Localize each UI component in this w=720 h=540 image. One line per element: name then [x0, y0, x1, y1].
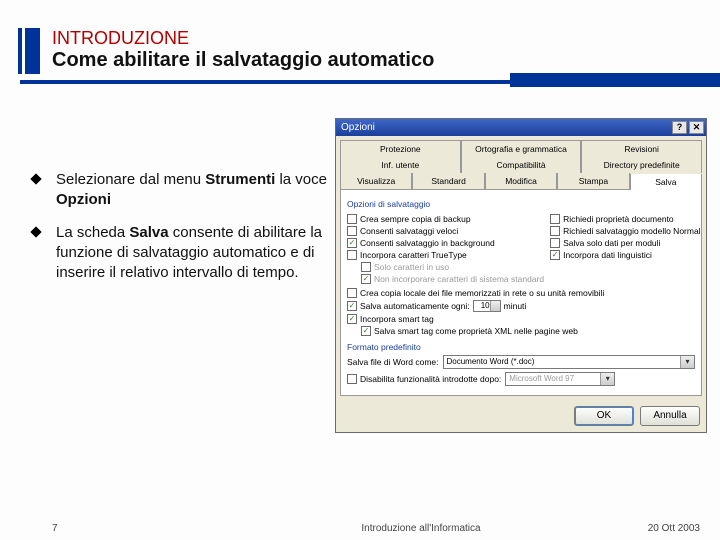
chk-fontsub1: Solo caratteri in uso	[361, 262, 544, 272]
chk-disable[interactable]: Disabilita funzionalità introdotte dopo:	[347, 374, 501, 384]
dialog-buttons: OK Annulla	[336, 400, 706, 432]
tab-revisioni[interactable]: Revisioni	[581, 140, 702, 157]
header-accent-block	[22, 28, 40, 74]
chk-fast[interactable]: Consenti salvataggi veloci	[347, 226, 544, 236]
chk-backup[interactable]: Crea sempre copia di backup	[347, 214, 544, 224]
text-bold: Strumenti	[205, 171, 275, 188]
chk-normal[interactable]: Richiedi salvataggio modello Normal	[550, 226, 700, 236]
chk-autosave[interactable]: Salva automaticamente ogni: 10 minuti	[347, 300, 695, 312]
saveas-label: Salva file di Word come:	[347, 357, 439, 367]
tab-protezione[interactable]: Protezione	[340, 140, 461, 157]
footer-title: Introduzione all'Informatica	[252, 523, 590, 534]
tab-stampa[interactable]: Stampa	[557, 173, 629, 189]
chk-smarttag[interactable]: Incorpora smart tag	[347, 314, 695, 324]
saveas-dropdown[interactable]: Documento Word (*.doc)	[443, 355, 696, 369]
tab-compat[interactable]: Compatibilità	[461, 157, 582, 173]
chk-linguistic[interactable]: Incorpora dati linguistici	[550, 250, 700, 260]
slide-title: Come abilitare il salvataggio automatico	[52, 49, 720, 72]
bullet-icon	[32, 175, 46, 183]
text: La scheda	[56, 224, 129, 241]
tab-salva[interactable]: Salva	[630, 174, 702, 190]
text: Selezionare dal menu	[56, 171, 205, 188]
bullet-1: Selezionare dal menu Strumenti la voce O…	[32, 170, 332, 211]
tab-standard[interactable]: Standard	[412, 173, 484, 189]
slide-header: INTRODUZIONE Come abilitare il salvatagg…	[0, 0, 720, 72]
close-button[interactable]: ✕	[689, 121, 704, 134]
group-formato: Formato predefinito	[347, 342, 695, 352]
chk-smarttag-xml[interactable]: Salva smart tag come proprietà XML nelle…	[361, 326, 695, 336]
group-salvataggio: Opzioni di salvataggio	[347, 199, 695, 209]
cancel-button[interactable]: Annulla	[640, 406, 700, 426]
autosave-label: Salva automaticamente ogni:	[360, 301, 470, 311]
bullet-icon	[32, 228, 46, 236]
chk-background[interactable]: Consenti salvataggio in background	[347, 238, 544, 248]
dialog-titlebar[interactable]: Opzioni ? ✕	[336, 119, 706, 136]
dialog-panel: Opzioni di salvataggio Crea sempre copia…	[340, 189, 702, 396]
chk-propdoc[interactable]: Richiedi proprietà documento	[550, 214, 700, 224]
dialog-tabs: Protezione Ortografia e grammatica Revis…	[336, 136, 706, 189]
tab-utente[interactable]: Inf. utente	[340, 157, 461, 173]
tab-directory[interactable]: Directory predefinite	[581, 157, 702, 173]
autosave-spinner[interactable]: 10	[473, 300, 501, 312]
tab-ortografia[interactable]: Ortografia e grammatica	[461, 140, 582, 157]
footer-date: 20 Ott 2003	[590, 523, 700, 534]
text-bold: Salva	[129, 224, 168, 241]
ok-button[interactable]: OK	[574, 406, 634, 426]
right-checks: Richiedi proprietà documento Richiedi sa…	[550, 212, 700, 286]
options-dialog: Opzioni ? ✕ Protezione Ortografia e gram…	[335, 118, 707, 433]
header-eyebrow: INTRODUZIONE	[52, 28, 720, 49]
chk-truetype[interactable]: Incorpora caratteri TrueType	[347, 250, 544, 260]
page-number: 7	[52, 523, 252, 534]
chk-local-copy[interactable]: Crea copia locale dei file memorizzati i…	[347, 288, 695, 298]
tab-visualizza[interactable]: Visualizza	[340, 173, 412, 189]
bullet-2-text: La scheda Salva consente di abilitare la…	[56, 223, 332, 284]
slide-footer: 7 Introduzione all'Informatica 20 Ott 20…	[0, 523, 720, 534]
dialog-title: Opzioni	[341, 122, 670, 133]
chk-formdata[interactable]: Salva solo dati per moduli	[550, 238, 700, 248]
autosave-unit: minuti	[504, 301, 527, 311]
text: la voce	[275, 171, 327, 188]
disable-dropdown[interactable]: Microsoft Word 97	[505, 372, 615, 386]
slide-body: Selezionare dal menu Strumenti la voce O…	[32, 170, 332, 295]
chk-fontsub2: Non incorporare caratteri di sistema sta…	[361, 274, 544, 284]
text-bold: Opzioni	[56, 191, 111, 208]
bullet-2: La scheda Salva consente di abilitare la…	[32, 223, 332, 284]
left-checks: Crea sempre copia di backup Consenti sal…	[347, 212, 544, 286]
header-rule	[20, 80, 720, 84]
help-button[interactable]: ?	[672, 121, 687, 134]
tab-modifica[interactable]: Modifica	[485, 173, 557, 189]
bullet-1-text: Selezionare dal menu Strumenti la voce O…	[56, 170, 332, 211]
